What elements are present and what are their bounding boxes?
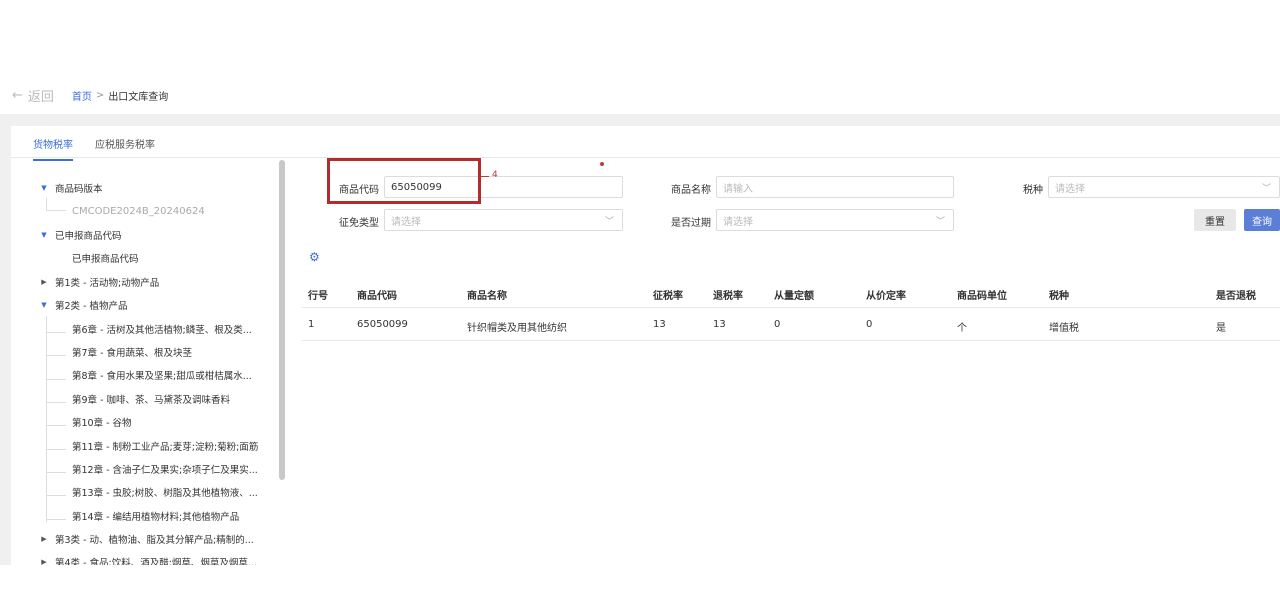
cell-quantity-fixed: 0 [774,319,781,330]
cell-name: 针织帽类及用其他纺织 [467,323,567,334]
highlight-box [327,158,481,204]
tab-service-tax-rate[interactable]: 应税服务税率 [95,136,155,159]
th-code: 商品代码 [357,291,397,302]
top-nav-bar: ← 返回 首页 > 出口文库查询 [0,84,1280,106]
back-button[interactable]: ← 返回 [12,86,54,105]
name-input[interactable]: 请输入 [716,176,954,198]
expired-label: 是否过期 [671,218,711,229]
tree-node-class2[interactable]: ▼ 第2类 - 植物产品 [39,295,127,315]
name-label: 商品名称 [671,185,711,196]
breadcrumb-home-link[interactable]: 首页 [72,88,92,103]
exempt-type-select[interactable]: 请选择 ﹀ [384,209,623,231]
tree-node-class4[interactable]: ▶ 第4类 - 食品;饮料、酒及醋;烟草、烟草及烟草... [39,552,257,565]
tree-node-class1[interactable]: ▶ 第1类 - 活动物;动物产品 [39,272,159,292]
breadcrumb: 首页 > 出口文库查询 [72,88,168,103]
caret-down-icon: ▼ [41,231,47,239]
breadcrumb-separator: > [95,89,105,101]
category-tree: ▼ 商品码版本 CMCODE2024B_20240624 ▼ 已申报商品代码 已… [11,166,279,565]
caret-right-icon: ▶ [41,278,47,286]
annotation-number: 4 [492,170,498,180]
query-button[interactable]: 查询 [1244,209,1280,231]
settings-gear-icon[interactable]: ⚙ [309,250,320,264]
cell-refund-rate: 13 [713,319,726,330]
caret-right-icon: ▶ [41,535,47,543]
reset-button[interactable]: 重置 [1194,209,1236,231]
th-levy-rate: 征税率 [653,291,683,302]
chevron-down-icon: ﹀ [935,217,945,227]
th-row-no: 行号 [308,291,328,302]
table-header: 行号 商品代码 商品名称 征税率 退税率 从量定额 从价定率 商品码单位 税种 … [302,278,1280,308]
th-refund-rate: 退税率 [713,291,743,302]
chevron-down-icon: ﹀ [1261,184,1271,194]
tree-leaf-chapter7[interactable]: 第7章 - 食用蔬菜、根及块茎 [72,342,192,362]
tree-leaf-chapter14[interactable]: 第14章 - 编结用植物材料;其他植物产品 [72,506,239,526]
tree-leaf-chapter9[interactable]: 第9章 - 咖啡、茶、马黛茶及调味香料 [72,389,230,409]
th-unit: 商品码单位 [957,291,1007,302]
tree-scrollbar[interactable] [279,160,285,480]
tree-leaf-chapter10[interactable]: 第10章 - 谷物 [72,412,132,432]
tree-node-class3[interactable]: ▶ 第3类 - 动、植物油、脂及其分解产品;精制的... [39,529,253,549]
cell-refund-flag: 是 [1216,323,1226,334]
cell-levy-rate: 13 [653,319,666,330]
th-tax-type: 税种 [1049,291,1069,302]
tree-leaf-chapter13[interactable]: 第13章 - 虫胶;树胶、树脂及其他植物液、... [72,482,258,502]
caret-down-icon: ▼ [41,301,47,309]
expired-select[interactable]: 请选择 ﹀ [716,209,954,231]
tax-type-label: 税种 [1023,185,1043,196]
tax-type-select[interactable]: 请选择 ﹀ [1048,176,1280,198]
exempt-type-label: 征免类型 [339,218,379,229]
caret-right-icon: ▶ [41,558,47,565]
tree-leaf-chapter8[interactable]: 第8章 - 食用水果及坚果;甜瓜或柑桔属水... [72,365,252,385]
tree-leaf-chapter11[interactable]: 第11章 - 制粉工业产品;麦芽;淀粉;菊粉;面筋 [72,436,258,456]
th-quantity-fixed: 从量定额 [774,291,814,302]
arrow-left-icon: ← [12,87,23,103]
cell-row-no: 1 [308,319,315,330]
main-panel: 货物税率 应税服务税率 ▼ 商品码版本 CMCODE2024B_20240624… [11,126,1280,565]
tree-node-declared[interactable]: ▼ 已申报商品代码 [39,225,121,245]
cell-value-rate: 0 [866,319,873,330]
tree-node-version[interactable]: ▼ 商品码版本 [39,178,102,198]
table-row[interactable]: 1 65050099 针织帽类及用其他纺织 13 13 0 0 个 增值税 是 [302,308,1280,341]
caret-down-icon: ▼ [41,184,47,192]
tree-leaf-version[interactable]: CMCODE2024B_20240624 [72,201,205,221]
cell-tax-type: 增值税 [1049,323,1079,334]
back-label: 返回 [27,89,54,105]
tab-goods-tax-rate[interactable]: 货物税率 [33,136,73,161]
breadcrumb-current: 出口文库查询 [108,91,169,103]
cell-unit: 个 [957,323,967,334]
tree-leaf-chapter6[interactable]: 第6章 - 活树及其他活植物;鳞茎、根及类... [72,319,252,339]
annotation-dot [600,162,604,166]
tree-leaf-declared[interactable]: 已申报商品代码 [72,248,139,268]
chevron-down-icon: ﹀ [604,217,614,227]
th-name: 商品名称 [467,291,507,302]
tree-leaf-chapter12[interactable]: 第12章 - 含油子仁及果实;杂项子仁及果实... [72,459,258,479]
tab-bar: 货物税率 应税服务税率 [11,126,1280,161]
annotation-line [481,176,489,177]
th-refund-flag: 是否退税 [1216,291,1256,302]
th-value-rate: 从价定率 [866,291,906,302]
cell-code: 65050099 [357,319,408,330]
